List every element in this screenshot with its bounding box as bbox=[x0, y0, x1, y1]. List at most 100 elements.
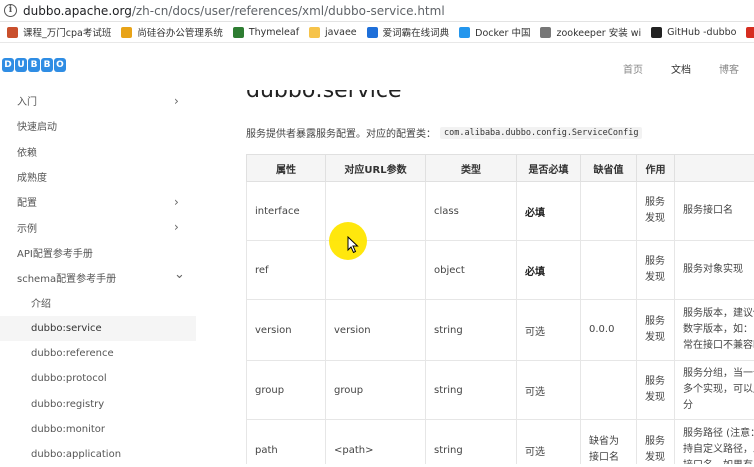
info-icon[interactable]: i bbox=[4, 4, 17, 17]
chevron-right-icon[interactable]: › bbox=[174, 196, 179, 208]
table-cell: 服务发现 bbox=[645, 254, 669, 286]
bookmark-item[interactable]: 启用Windows bbox=[746, 25, 754, 39]
table-cell-container bbox=[581, 182, 637, 241]
table-cell-container: 服务发现 bbox=[637, 361, 675, 420]
nav-docs[interactable]: 文档 bbox=[671, 61, 691, 76]
sidebar-item[interactable]: dubbo:reference bbox=[0, 341, 196, 366]
bookmark-item[interactable]: 课程_万门cpa考试班 bbox=[7, 25, 111, 39]
bookmark-label: Docker 中国 bbox=[475, 25, 530, 39]
table-cell: 必填 bbox=[525, 204, 572, 219]
nav-blog[interactable]: 博客 bbox=[719, 61, 739, 76]
bookmark-favicon-icon bbox=[367, 27, 378, 38]
bookmark-label: 爱词霸在线词典 bbox=[383, 25, 450, 39]
table-cell-container: <path> bbox=[326, 420, 426, 465]
sidebar-item[interactable]: 依赖 bbox=[0, 139, 196, 164]
main-content: dubbo:service 服务提供者暴露服务配置。对应的配置类： com.al… bbox=[196, 90, 754, 464]
table-cell: <path> bbox=[334, 445, 417, 456]
bookmark-label: zookeeper 安装 wi bbox=[556, 25, 641, 39]
table-cell-container: 必填 bbox=[517, 241, 581, 300]
sidebar-item[interactable]: API配置参考手册 bbox=[0, 240, 196, 265]
table-cell: path bbox=[255, 445, 317, 456]
bookmark-item[interactable]: Docker 中国 bbox=[459, 25, 530, 39]
table-cell: 可选 bbox=[525, 323, 572, 338]
sidebar-item[interactable]: 成熟度 bbox=[0, 164, 196, 189]
table-cell-container: version bbox=[326, 300, 426, 361]
bookmark-favicon-icon bbox=[651, 27, 662, 38]
attributes-table: 属性对应URL参数类型是否必填缺省值作用 interfaceclass必填服务发… bbox=[246, 154, 754, 464]
table-row: groupgroupstring可选服务发现服务分组，当一个接口有多个实现，可以… bbox=[247, 361, 754, 420]
sidebar-item[interactable]: 入门› bbox=[0, 88, 196, 113]
table-cell-container: string bbox=[426, 420, 517, 465]
sidebar-item[interactable]: 配置 › bbox=[0, 189, 196, 214]
table-cell-container: 可选 bbox=[517, 361, 581, 420]
table-row: refobject必填服务发现服务对象实现 bbox=[247, 241, 754, 300]
sidebar-item[interactable]: dubbo:application bbox=[0, 442, 196, 467]
bookmark-label: 尚硅谷办公管理系统 bbox=[137, 25, 223, 39]
table-cell: 服务路径 (注意：1.0不支持自定义路径，总是使用接口名，如果有1.0调2.0，… bbox=[683, 426, 754, 464]
sidebar-item[interactable]: dubbo:registry bbox=[0, 392, 196, 417]
table-body: interfaceclass必填服务发现服务接口名refobject必填服务发现… bbox=[247, 182, 754, 465]
table-cell: 可选 bbox=[525, 443, 572, 458]
bookmark-item[interactable]: 尚硅谷办公管理系统 bbox=[121, 25, 223, 39]
chevron-right-icon[interactable]: › bbox=[174, 221, 179, 233]
table-cell: 服务版本，建议使用两位数字版本，如：1.0，通常在接口不兼容时版本号才需要升级 bbox=[683, 306, 754, 354]
table-header-row: 属性对应URL参数类型是否必填缺省值作用 bbox=[247, 155, 754, 182]
table-cell: 可选 bbox=[525, 383, 572, 398]
sidebar-item[interactable]: dubbo:monitor bbox=[0, 417, 196, 442]
sidebar-item[interactable]: dubbo:protocol bbox=[0, 366, 196, 391]
url-path: /zh-cn/docs/user/references/xml/dubbo-se… bbox=[132, 4, 445, 18]
url-text[interactable]: dubbo.apache.org/zh-cn/docs/user/referen… bbox=[23, 4, 445, 18]
sidebar-item-label: 配置 bbox=[17, 194, 37, 209]
bookmark-label: GitHub -dubbo bbox=[667, 27, 736, 38]
table-cell-container: 0.0.0 bbox=[581, 300, 637, 361]
table-cell: string bbox=[434, 385, 508, 396]
bookmark-favicon-icon bbox=[7, 27, 18, 38]
sidebar-item[interactable]: dubbo:service bbox=[0, 316, 196, 341]
table-cell-container: class bbox=[426, 182, 517, 241]
column-header: 对应URL参数 bbox=[326, 155, 426, 182]
table-cell-container: 服务对象实现 bbox=[675, 241, 754, 300]
table-row: path<path>string可选缺省为接口名服务发现服务路径 (注意：1.0… bbox=[247, 420, 754, 465]
bookmarks-bar: 课程_万门cpa考试班 尚硅谷办公管理系统 Thymeleaf javaee 爱词霸在线… bbox=[0, 22, 754, 43]
sidebar-item-label: 示例 bbox=[17, 220, 37, 235]
table-cell: version bbox=[255, 325, 317, 336]
table-cell-container: path bbox=[247, 420, 326, 465]
sidebar-item[interactable]: 示例 › bbox=[0, 215, 196, 240]
column-header: 作用 bbox=[637, 155, 675, 182]
table-cell-container: 服务发现 bbox=[637, 241, 675, 300]
description-text: 服务提供者暴露服务配置。对应的配置类： bbox=[246, 125, 436, 140]
nav-home[interactable]: 首页 bbox=[623, 61, 643, 76]
bookmark-item[interactable]: GitHub -dubbo bbox=[651, 27, 736, 38]
table-cell-container: 服务接口名 bbox=[675, 182, 754, 241]
table-cell: 0.0.0 bbox=[589, 322, 628, 338]
table-cell: 必填 bbox=[525, 263, 572, 278]
table-cell: 服务分组，当一个接口有多个实现，可以用分组区分 bbox=[683, 366, 754, 414]
table-cell-container: 服务版本，建议使用两位数字版本，如：1.0，通常在接口不兼容时版本号才需要升级 bbox=[675, 300, 754, 361]
address-bar[interactable]: i dubbo.apache.org/zh-cn/docs/user/refer… bbox=[0, 0, 754, 22]
sidebar-item[interactable]: 介绍 bbox=[0, 290, 196, 315]
sidebar-item-label: 依赖 bbox=[17, 144, 37, 159]
sidebar-item[interactable]: schema配置参考手册⌄ bbox=[0, 265, 196, 290]
bookmark-favicon-icon bbox=[459, 27, 470, 38]
sidebar-item-label: 成熟度 bbox=[17, 169, 47, 184]
table-cell-container: object bbox=[426, 241, 517, 300]
bookmark-item[interactable]: Thymeleaf bbox=[233, 27, 299, 38]
table-cell-container: 服务发现 bbox=[637, 182, 675, 241]
chevron-right-icon[interactable]: › bbox=[174, 95, 179, 107]
bookmark-item[interactable]: 爱词霸在线词典 bbox=[367, 25, 450, 39]
bookmark-favicon-icon bbox=[540, 27, 551, 38]
bookmark-favicon-icon bbox=[309, 27, 320, 38]
config-class-code: com.alibaba.dubbo.config.ServiceConfig bbox=[440, 127, 642, 139]
logo-letter: D bbox=[2, 58, 14, 72]
table-cell-container: 服务发现 bbox=[637, 300, 675, 361]
sidebar-item[interactable]: 快速启动 bbox=[0, 113, 196, 138]
page-title: dubbo:service bbox=[246, 90, 402, 103]
dubbo-logo[interactable]: DUBBO bbox=[2, 58, 67, 72]
chevron-down-icon[interactable]: ⌄ bbox=[174, 269, 185, 281]
table-cell: class bbox=[434, 206, 508, 217]
bookmark-favicon-icon bbox=[746, 27, 754, 38]
logo-letter: U bbox=[15, 58, 27, 72]
bookmark-item[interactable]: zookeeper 安装 wi bbox=[540, 25, 641, 39]
bookmark-item[interactable]: javaee bbox=[309, 27, 357, 38]
table-cell: 服务发现 bbox=[645, 434, 669, 464]
